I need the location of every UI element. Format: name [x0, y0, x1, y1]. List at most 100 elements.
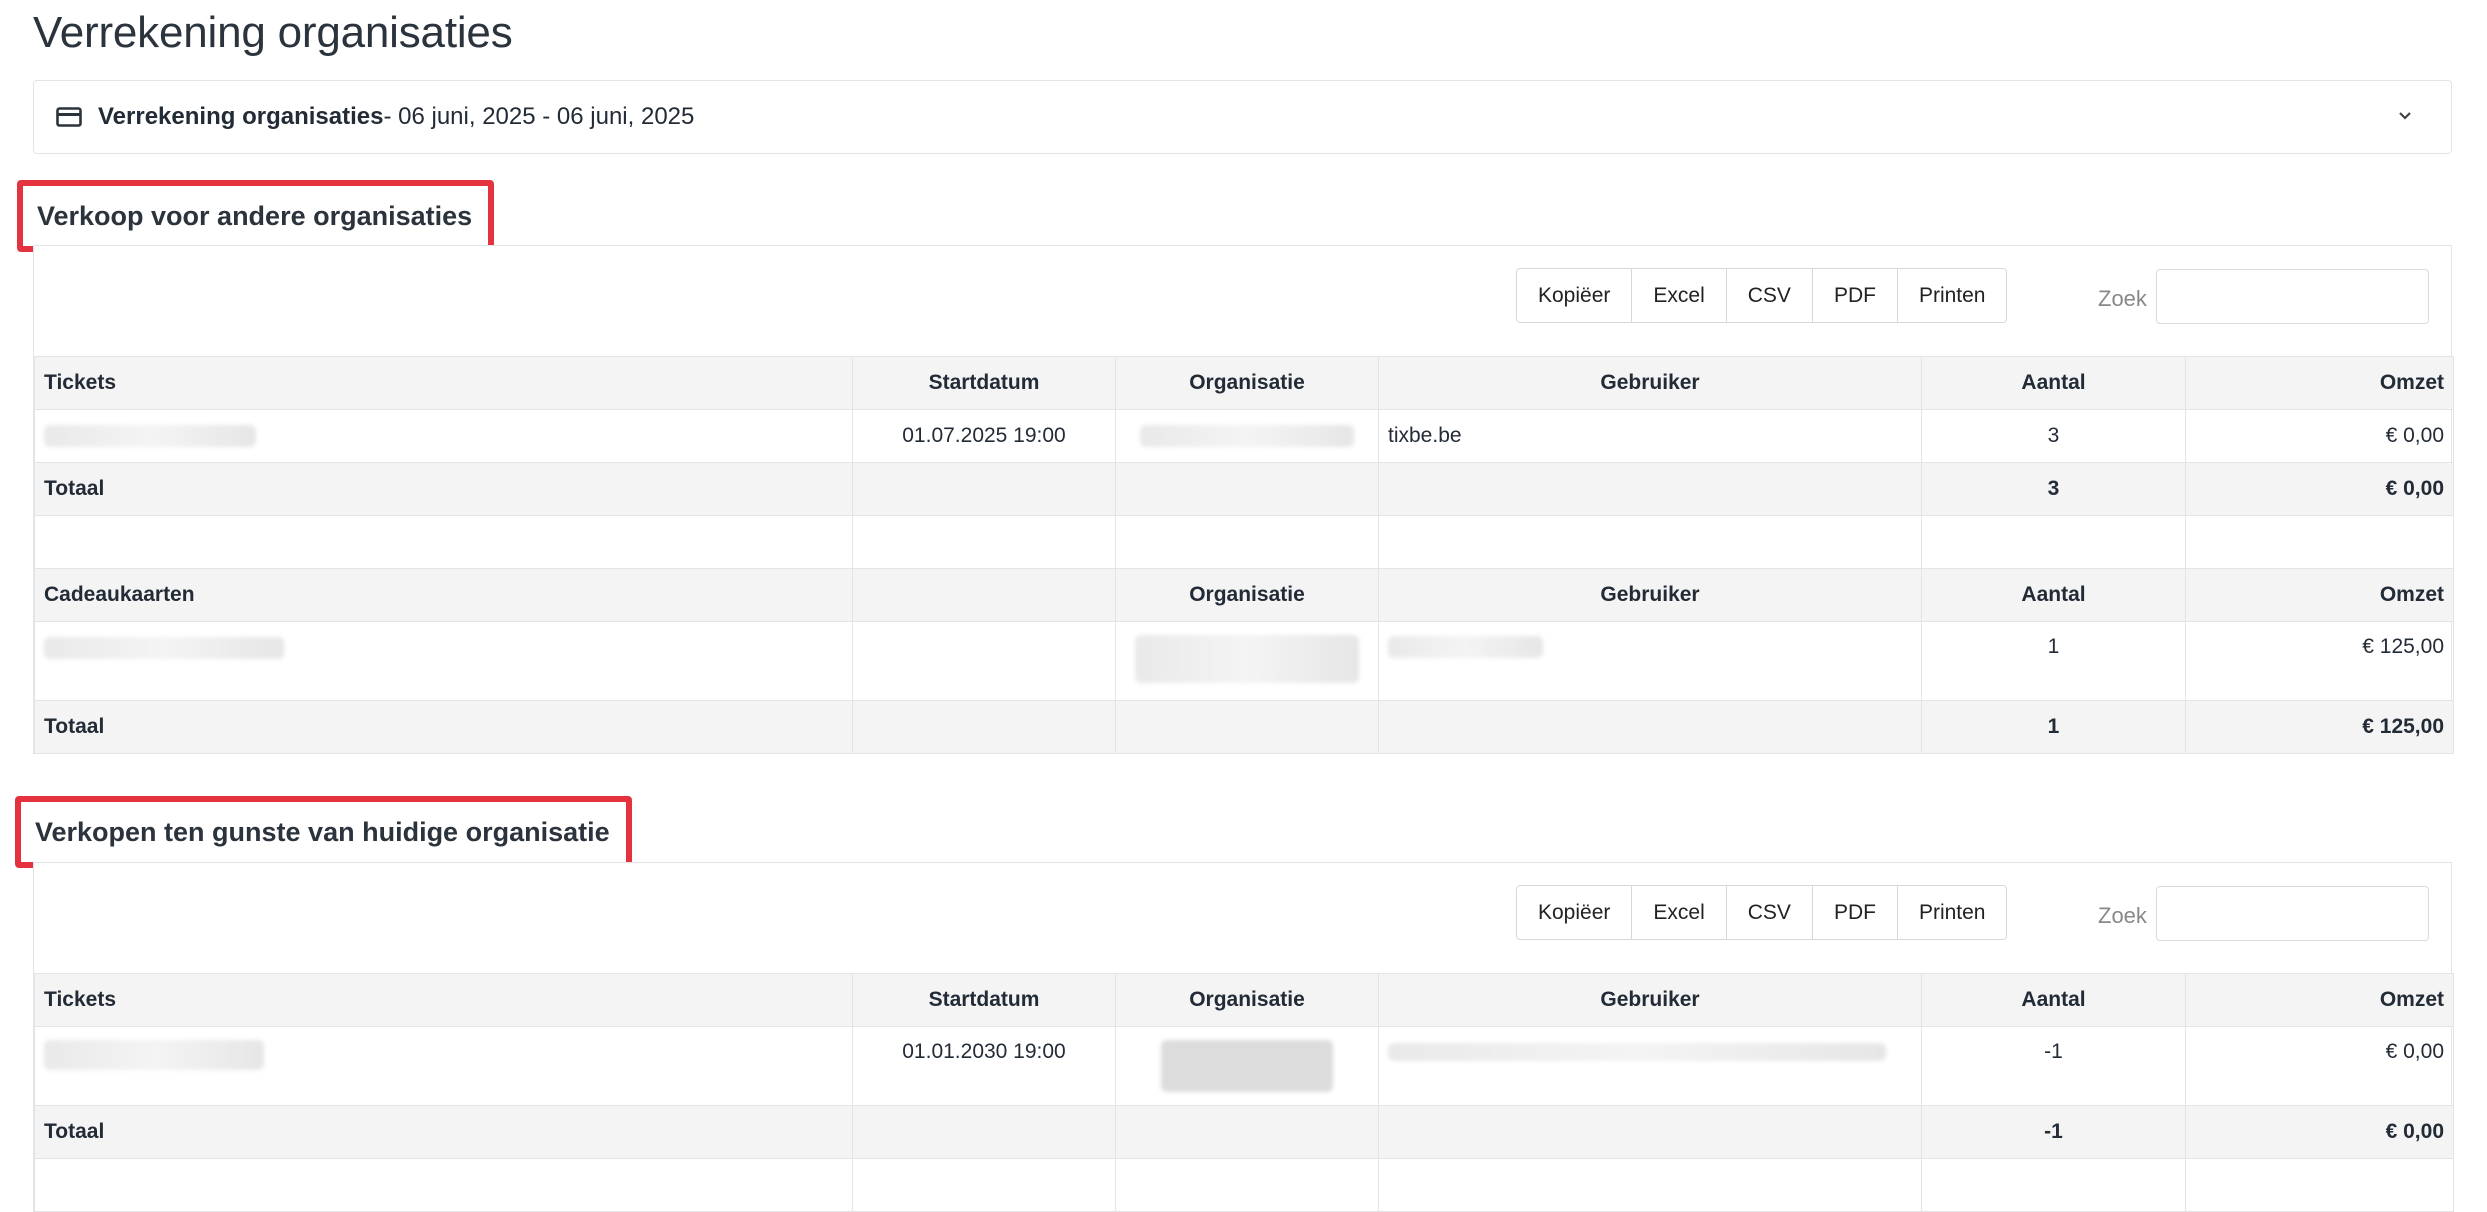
aantal-cell: 3 — [1921, 409, 2186, 463]
col-header-tickets[interactable]: Tickets — [34, 356, 853, 410]
redacted-ticket-name — [44, 1040, 264, 1070]
sales-current-org-table: Tickets Startdatum Organisatie Gebruiker… — [34, 973, 2454, 1212]
omzet-cell: € 0,00 — [2185, 1026, 2454, 1106]
giftcard-cell — [34, 621, 853, 701]
col-header-cadeaukaarten[interactable]: Cadeaukaarten — [34, 568, 853, 622]
col-header-gebruiker[interactable]: Gebruiker — [1378, 356, 1922, 410]
gebruiker-cell — [1378, 1026, 1922, 1106]
table-row: 01.01.2030 19:00 -1 € 0,00 — [34, 1026, 2454, 1106]
total-omzet: € 0,00 — [2185, 462, 2454, 516]
pdf-button[interactable]: PDF — [1813, 269, 1898, 322]
page-title: Verrekening organisaties — [33, 8, 513, 57]
table-header-row: Tickets Startdatum Organisatie Gebruiker… — [34, 356, 2454, 410]
csv-button[interactable]: CSV — [1727, 886, 1813, 939]
export-buttons: Kopiëer Excel CSV PDF Printen — [1516, 885, 2008, 940]
search-label: Zoek — [2098, 903, 2147, 928]
excel-button[interactable]: Excel — [1632, 269, 1727, 322]
ticket-cell — [34, 1026, 853, 1106]
col-header-organisatie[interactable]: Organisatie — [1115, 568, 1379, 622]
total-aantal: 1 — [1921, 700, 2186, 754]
aantal-cell: 1 — [1921, 621, 2186, 701]
export-buttons: Kopiëer Excel CSV PDF Printen — [1516, 268, 2008, 323]
omzet-cell: € 0,00 — [2185, 409, 2454, 463]
empty-cell — [852, 1105, 1116, 1159]
table-row: 01.07.2025 19:00 tixbe.be 3 € 0,00 — [34, 409, 2454, 463]
copy-button[interactable]: Kopiëer — [1517, 886, 1633, 939]
giftcard-header-row: Cadeaukaarten Organisatie Gebruiker Aant… — [34, 568, 2454, 622]
empty-cell — [34, 515, 853, 569]
redacted-ticket-name — [44, 425, 256, 448]
col-header-aantal[interactable]: Aantal — [1921, 568, 2186, 622]
col-header-gebruiker[interactable]: Gebruiker — [1378, 568, 1922, 622]
copy-button[interactable]: Kopiëer — [1517, 269, 1633, 322]
organisatie-cell — [1115, 409, 1379, 463]
omzet-cell: € 125,00 — [2185, 621, 2454, 701]
col-header-aantal[interactable]: Aantal — [1921, 356, 2186, 410]
total-omzet: € 0,00 — [2185, 1105, 2454, 1159]
empty-cell — [1921, 1158, 2186, 1212]
empty-cell — [852, 515, 1116, 569]
col-header-startdatum[interactable]: Startdatum — [852, 356, 1116, 410]
sales-current-org-panel: Kopiëer Excel CSV PDF Printen Zoek Ticke… — [33, 862, 2454, 1212]
excel-button[interactable]: Excel — [1632, 886, 1727, 939]
table-toolbar: Kopiëer Excel CSV PDF Printen Zoek — [34, 863, 2451, 973]
pdf-button[interactable]: PDF — [1813, 886, 1898, 939]
empty-cell — [852, 700, 1116, 754]
table-toolbar: Kopiëer Excel CSV PDF Printen Zoek — [34, 246, 2451, 356]
startdatum-cell: 01.01.2030 19:00 — [852, 1026, 1116, 1106]
redacted-org-name — [1140, 425, 1354, 448]
settlement-summary-header[interactable]: Verrekening organisaties - 06 juni, 2025… — [33, 80, 2452, 154]
col-header-organisatie[interactable]: Organisatie — [1115, 356, 1379, 410]
empty-cell — [1378, 462, 1922, 516]
empty-cell — [2185, 1158, 2454, 1212]
search-input[interactable] — [2156, 886, 2429, 941]
total-aantal: -1 — [1921, 1105, 2186, 1159]
col-header-organisatie[interactable]: Organisatie — [1115, 973, 1379, 1027]
col-header-omzet[interactable]: Omzet — [2185, 356, 2454, 410]
summary-date-range: - 06 juni, 2025 - 06 juni, 2025 — [383, 103, 695, 130]
col-header-tickets[interactable]: Tickets — [34, 973, 853, 1027]
total-row: Totaal -1 € 0,00 — [34, 1105, 2454, 1159]
csv-button[interactable]: CSV — [1727, 269, 1813, 322]
col-header-aantal[interactable]: Aantal — [1921, 973, 2186, 1027]
organisatie-cell — [1115, 1026, 1379, 1106]
section-title-sales-current-org: Verkopen ten gunste van huidige organisa… — [15, 796, 632, 868]
chevron-down-icon[interactable] — [2395, 105, 2415, 125]
col-header-omzet[interactable]: Omzet — [2185, 973, 2454, 1027]
sales-other-orgs-table: Tickets Startdatum Organisatie Gebruiker… — [34, 356, 2454, 754]
empty-cell — [1378, 1105, 1922, 1159]
empty-header — [852, 568, 1116, 622]
spacer-row — [34, 1158, 2454, 1212]
search-input[interactable] — [2156, 269, 2429, 324]
organisatie-cell — [1115, 621, 1379, 701]
empty-cell — [852, 1158, 1116, 1212]
gebruiker-cell: tixbe.be — [1378, 409, 1922, 463]
empty-cell — [1115, 462, 1379, 516]
empty-cell — [34, 1158, 853, 1212]
print-button[interactable]: Printen — [1898, 886, 2007, 939]
empty-cell — [1115, 700, 1379, 754]
spacer-row — [34, 515, 2454, 569]
redacted-org-name — [1135, 635, 1359, 683]
print-button[interactable]: Printen — [1898, 269, 2007, 322]
redacted-org-name — [1161, 1040, 1333, 1092]
sales-other-orgs-panel: Kopiëer Excel CSV PDF Printen Zoek Ticke… — [33, 245, 2454, 754]
redacted-giftcard-name — [44, 637, 284, 660]
empty-cell — [1115, 515, 1379, 569]
summary-title: Verrekening organisaties — [98, 103, 384, 130]
aantal-cell: -1 — [1921, 1026, 2186, 1106]
col-header-gebruiker[interactable]: Gebruiker — [1378, 973, 1922, 1027]
table-row: 1 € 125,00 — [34, 621, 2454, 701]
col-header-startdatum[interactable]: Startdatum — [852, 973, 1116, 1027]
search-label: Zoek — [2098, 286, 2147, 311]
credit-card-icon — [56, 107, 82, 127]
total-row: Totaal 3 € 0,00 — [34, 462, 2454, 516]
empty-cell — [1378, 700, 1922, 754]
col-header-omzet[interactable]: Omzet — [2185, 568, 2454, 622]
empty-cell — [1115, 1158, 1379, 1212]
section-title-sales-other-orgs: Verkoop voor andere organisaties — [17, 180, 495, 252]
empty-cell — [1378, 1158, 1922, 1212]
ticket-cell — [34, 409, 853, 463]
table-header-row: Tickets Startdatum Organisatie Gebruiker… — [34, 973, 2454, 1027]
total-label: Totaal — [34, 462, 853, 516]
